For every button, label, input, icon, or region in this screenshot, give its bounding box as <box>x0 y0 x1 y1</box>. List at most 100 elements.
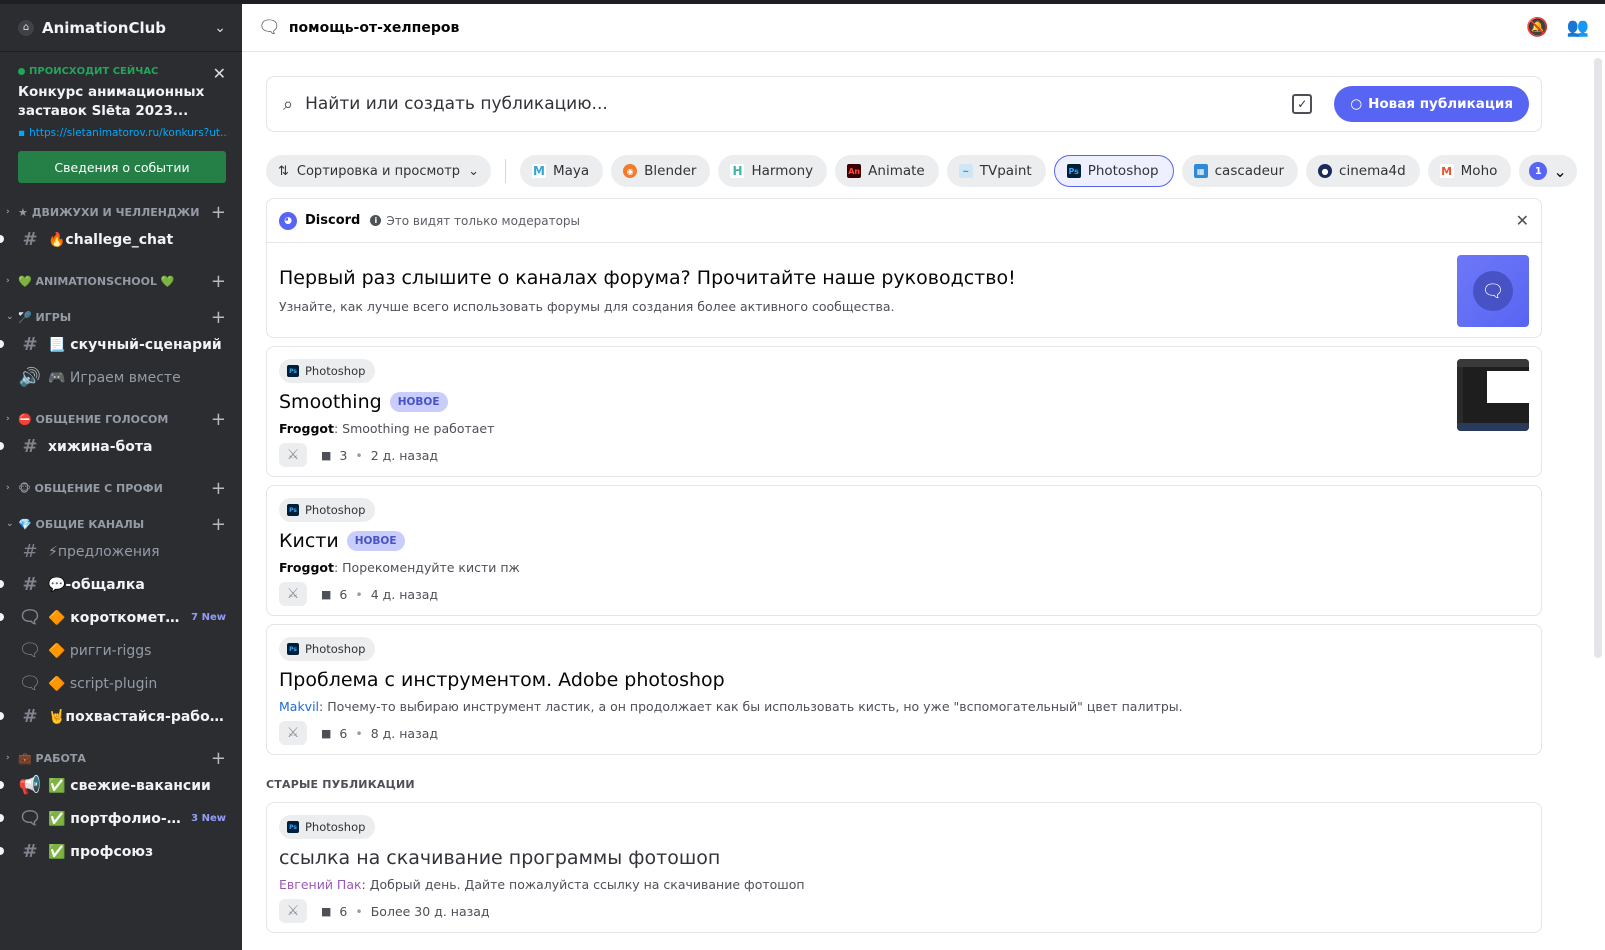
blender-icon: ◉ <box>623 164 638 178</box>
add-channel-icon[interactable]: + <box>211 748 226 769</box>
meta-separator: • <box>355 447 363 463</box>
post-author: Евгений Пак <box>279 877 362 892</box>
event-link-text[interactable]: https://sletanimatorov.ru/konkurs?ut... <box>29 127 228 139</box>
more-tags-count: 1 <box>1529 162 1548 180</box>
tag-photoshop[interactable]: Ps Photoshop <box>1053 155 1174 187</box>
channel-suggestions[interactable]: # ⚡предложения <box>0 535 234 568</box>
chevron-right-icon: › <box>6 483 10 493</box>
scrollbar[interactable] <box>1594 58 1602 658</box>
close-icon[interactable]: ✕ <box>1516 211 1529 230</box>
post-card[interactable]: Ps Photoshop Проблема с инструментом. Ado… <box>266 624 1542 755</box>
chevron-down-icon: ⌄ <box>468 163 479 179</box>
tag-cascadeur[interactable]: ▦ cascadeur <box>1181 155 1299 187</box>
post-title: Smoothing НОВОЕ <box>279 391 448 413</box>
forum-icon: 🗨 <box>18 808 42 829</box>
post-title-text: Проблема с инструментом. Adobe photoshop <box>279 669 725 691</box>
tag-cinema4d[interactable]: ● cinema4d <box>1306 155 1420 187</box>
chevron-down-icon: ⌄ <box>1553 161 1567 181</box>
post-age: 8 д. назад <box>370 725 439 741</box>
moho-icon: M <box>1439 164 1454 178</box>
tag-maya[interactable]: M Maya <box>519 155 604 187</box>
close-icon[interactable]: ✕ <box>213 64 226 83</box>
add-channel-icon[interactable]: + <box>211 514 226 535</box>
announcement-icon: 📢 <box>18 775 42 796</box>
channel-show-work[interactable]: # 🤘похвастайся-работой <box>0 700 234 733</box>
tag-blender[interactable]: ◉ Blender <box>611 155 711 187</box>
channel-challege-chat[interactable]: # 🔥challege_chat <box>0 223 234 256</box>
moderator-visibility: i Это видят только модераторы <box>370 214 1515 228</box>
crossed-swords-icon[interactable]: ⚔ <box>279 899 307 923</box>
channel-chat[interactable]: # 💬-общалка <box>0 568 234 601</box>
tag-tvpaint[interactable]: ~ TVpaint <box>946 155 1046 187</box>
channel-script-plugin[interactable]: 🗨 🔶 script-plugin <box>0 667 234 700</box>
channel-play-together[interactable]: 🔊 🎮 Играем вместе <box>0 361 234 394</box>
channel-boring-script[interactable]: # 📃 скучный-сценарий <box>0 328 234 361</box>
forum-icon: 🗨 <box>18 607 42 628</box>
tag-animate[interactable]: An Animate <box>835 155 939 187</box>
notice-title[interactable]: Первый раз слышите о каналах форума? Про… <box>279 267 1016 289</box>
new-post-button[interactable]: ○ Новая публикация <box>1334 86 1529 122</box>
search-icon: ⌕ <box>283 93 294 115</box>
tag-moho[interactable]: M Moho <box>1427 155 1512 187</box>
event-live-label: ПРОИСХОДИТ СЕЙЧАС <box>18 66 226 77</box>
post-card[interactable]: Ps Photoshop Smoothing НОВОЕ Froggot: Smoo… <box>266 346 1542 477</box>
category-general[interactable]: ⌄ 💎 ОБЩИЕ КАНАЛЫ + <box>0 513 242 535</box>
forum-icon: 🗨 <box>18 673 42 694</box>
category-voice[interactable]: › ⛔ ОБЩЕНИЕ ГОЛОСОМ + <box>0 408 242 430</box>
channel-rigs[interactable]: 🗨 🔶 ригги-riggs <box>0 634 234 667</box>
category-work[interactable]: › 💼 РАБОТА + <box>0 747 242 769</box>
category-label: ★ ДВИЖУХИ И ЧЕЛЛЕНДЖИ <box>18 205 200 219</box>
event-banner: ПРОИСХОДИТ СЕЙЧАС ✕ Конкурс анимационных… <box>0 52 242 195</box>
add-channel-icon[interactable]: + <box>211 409 226 430</box>
channel-topbar: 🗨 помощь-от-хелперов 🔕 👥 <box>242 4 1605 52</box>
add-channel-icon[interactable]: + <box>211 478 226 499</box>
live-dot-icon <box>18 68 25 75</box>
channel-label: ✅ портфолио-уч... <box>48 810 188 827</box>
channel-label: хижина-бота <box>48 438 153 455</box>
new-count-badge: 3 New <box>191 813 226 824</box>
tag-harmony[interactable]: H Harmony <box>718 155 828 187</box>
post-thumbnail[interactable] <box>1457 359 1529 431</box>
chevron-right-icon: › <box>6 207 10 217</box>
post-author: Froggot <box>279 421 334 436</box>
forum-bubble-icon: 🗨 <box>1473 271 1513 311</box>
search-bar: ⌕ ✓ ○ Новая публикация <box>266 76 1542 132</box>
channel-portfolio[interactable]: 🗨 ✅ портфолио-уч... 3 New <box>0 802 234 835</box>
category-events[interactable]: › ★ ДВИЖУХИ И ЧЕЛЛЕНДЖИ + <box>0 201 242 223</box>
notice-header: ◕ Discord i Это видят только модераторы … <box>267 199 1541 243</box>
crossed-swords-icon[interactable]: ⚔ <box>279 582 307 606</box>
post-title: Кисти НОВОЕ <box>279 530 405 552</box>
channel-bot-hut[interactable]: # хижина-бота <box>0 430 234 463</box>
tag-filter-row: ⇅ Сортировка и просмотр ⌄ M Maya ◉ Blender… <box>266 155 1577 187</box>
post-card[interactable]: Ps Photoshop Кисти НОВОЕ Froggot: Порекоме… <box>266 485 1542 616</box>
chevron-down-icon[interactable]: ⌄ <box>214 20 226 36</box>
crossed-swords-icon[interactable]: ⚔ <box>279 443 307 467</box>
link-icon: ▪ <box>18 127 26 139</box>
add-channel-icon[interactable]: + <box>211 307 226 328</box>
sort-view-button[interactable]: ⇅ Сортировка и просмотр ⌄ <box>266 155 491 187</box>
category-animationschool[interactable]: › 💚 ANIMATIONSCHOOL 💚 + <box>0 270 242 292</box>
channel-fresh-jobs[interactable]: 📢 ✅ свежие-вакансии <box>0 769 234 802</box>
photoshop-icon: Ps <box>287 504 299 516</box>
category-games[interactable]: ⌄ 🏸 ИГРЫ + <box>0 306 242 328</box>
tag-label: cascadeur <box>1214 163 1285 179</box>
post-preview: Froggot: Порекомендуйте кисти пж <box>279 560 520 575</box>
more-tags-button[interactable]: 1 ⌄ <box>1519 155 1577 187</box>
event-details-button[interactable]: Сведения о событии <box>18 151 226 183</box>
notifications-muted-icon[interactable]: 🔕 <box>1526 17 1548 38</box>
crossed-swords-icon[interactable]: ⚔ <box>279 721 307 745</box>
event-link[interactable]: ▪ https://sletanimatorov.ru/konkurs?ut..… <box>18 127 228 139</box>
photoshop-icon: Ps <box>1066 164 1081 178</box>
checkbox-icon[interactable]: ✓ <box>1292 94 1313 114</box>
forum-scroller[interactable]: ⌕ ✓ ○ Новая публикация ⇅ Сортировка и пр… <box>242 52 1591 950</box>
server-header[interactable]: ⌂ AnimationClub ⌄ <box>0 4 242 52</box>
channel-union[interactable]: # ✅ профсоюз <box>0 835 234 868</box>
category-pros[interactable]: › 🐵 ОБЩЕНИЕ С ПРОФИ + <box>0 477 242 499</box>
post-card[interactable]: Ps Photoshop ссылка на скачивание програм… <box>266 802 1542 933</box>
search-input[interactable] <box>305 94 1293 114</box>
tag-label: Maya <box>552 163 590 179</box>
add-channel-icon[interactable]: + <box>211 202 226 223</box>
add-channel-icon[interactable]: + <box>211 271 226 292</box>
channel-short-films[interactable]: 🗨 🔶 короткометра... 7 New <box>0 601 234 634</box>
member-list-icon[interactable]: 👥 <box>1567 17 1589 38</box>
